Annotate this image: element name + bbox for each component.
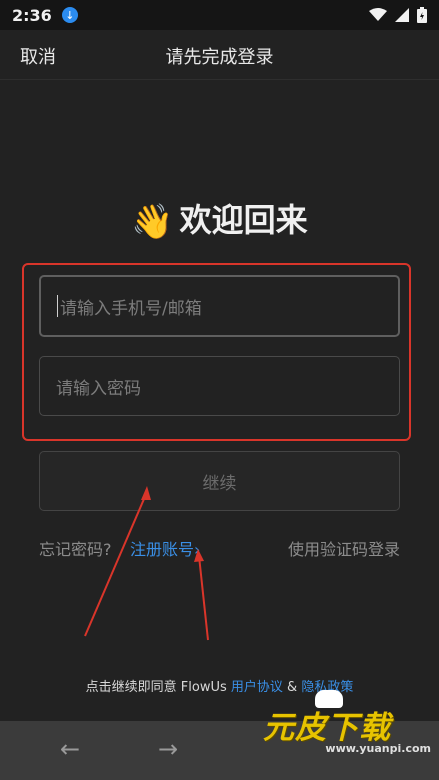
download-icon: ↓	[61, 7, 78, 23]
status-bar: 2:36 ↓	[0, 0, 439, 30]
register-label: 注册账号	[130, 540, 195, 559]
welcome-heading: 👋 欢迎回来	[0, 195, 439, 242]
chevron-right-icon: ›	[194, 540, 201, 559]
sms-login-link[interactable]: 使用验证码登录	[288, 536, 400, 560]
agreement-separator: &	[282, 680, 302, 695]
user-agreement-link[interactable]: 用户协议	[231, 680, 283, 695]
agreement-text: 点击继续即同意 FlowUs 用户协议 & 隐私政策	[0, 676, 439, 695]
register-link[interactable]: 注册账号›	[130, 536, 200, 560]
browser-navbar: ← →	[0, 721, 439, 780]
waving-hand-icon: 👋	[131, 202, 174, 242]
page-title: 请先完成登录	[165, 47, 274, 68]
back-arrow-icon[interactable]: ←	[60, 735, 80, 763]
account-input-placeholder: 请输入手机号/邮箱	[60, 298, 202, 319]
forgot-password-link[interactable]: 忘记密码?	[39, 536, 112, 560]
signal-icon	[395, 8, 409, 22]
status-icons	[369, 7, 427, 23]
status-time: 2:36	[12, 5, 52, 25]
forward-arrow-icon[interactable]: →	[158, 735, 178, 763]
continue-label: 继续	[202, 473, 237, 494]
auth-links: 忘记密码? 注册账号› 使用验证码登录	[39, 536, 400, 560]
battery-icon	[417, 7, 427, 23]
wifi-icon	[369, 8, 387, 21]
password-input-placeholder: 请输入密码	[56, 378, 141, 399]
password-input[interactable]: 请输入密码	[39, 356, 400, 416]
agreement-prefix: 点击继续即同意 FlowUs	[85, 680, 231, 695]
account-input[interactable]: 请输入手机号/邮箱	[39, 275, 400, 337]
continue-button[interactable]: 继续	[39, 451, 400, 511]
welcome-text: 欢迎回来	[179, 201, 308, 239]
privacy-policy-link[interactable]: 隐私政策	[301, 680, 353, 695]
annotation-arrow-register	[194, 549, 209, 641]
text-caret	[57, 295, 58, 317]
app-header: 取消 请先完成登录	[0, 30, 439, 80]
